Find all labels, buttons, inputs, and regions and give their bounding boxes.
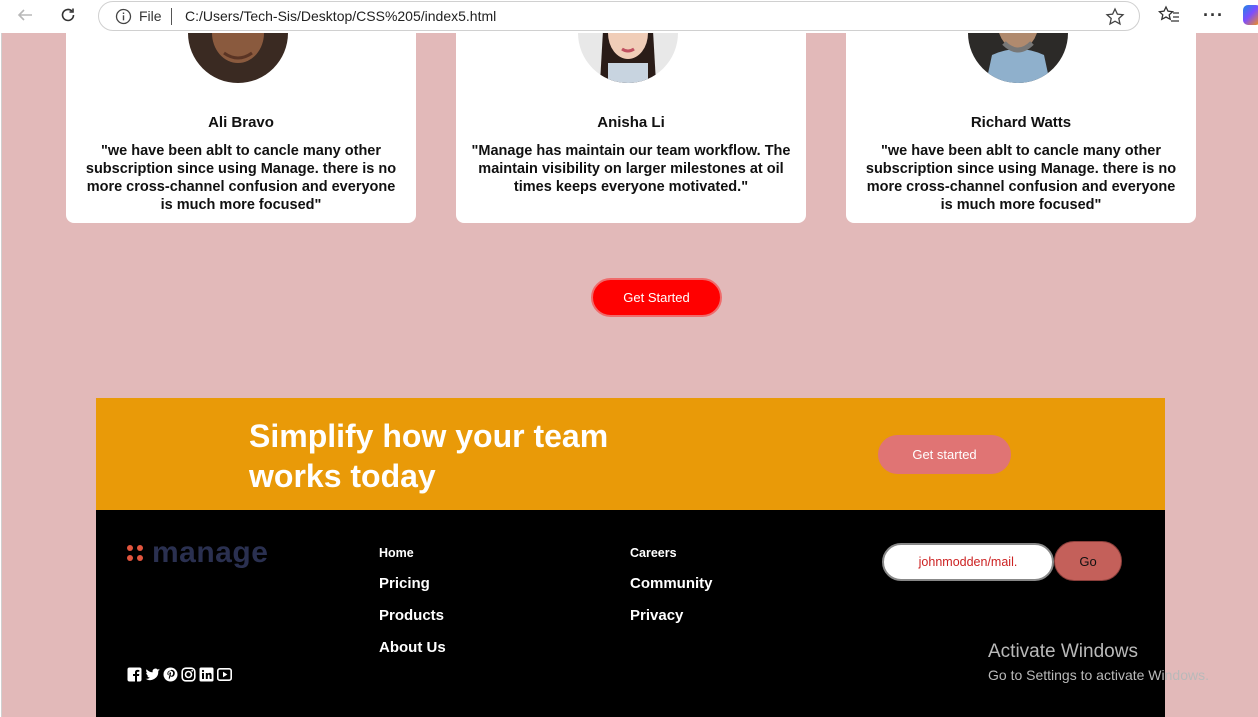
footer-link-community[interactable]: Community	[630, 568, 713, 600]
testimonial-name: Anisha Li	[597, 114, 665, 131]
email-input[interactable]: johnmodden/mail.	[882, 543, 1054, 581]
footer-links-primary: Home Pricing Products About Us	[379, 546, 446, 664]
watermark-subtitle: Go to Settings to activate Windows.	[988, 667, 1209, 683]
testimonial-card: Anisha Li "Manage has maintain our team …	[456, 33, 806, 223]
avatar	[578, 33, 678, 83]
footer-link-about-us[interactable]: About Us	[379, 632, 446, 664]
more-menu-icon[interactable]: ···	[1203, 5, 1224, 26]
info-icon[interactable]	[115, 8, 132, 25]
footer-link-privacy[interactable]: Privacy	[630, 600, 713, 632]
reload-button[interactable]	[55, 4, 81, 26]
testimonial-quote: "we have been ablt to cancle many other …	[865, 143, 1177, 213]
reload-icon	[61, 8, 75, 22]
avatar	[188, 33, 288, 83]
testimonial-name: Ali Bravo	[208, 114, 274, 131]
get-started-button[interactable]: Get Started	[591, 278, 722, 317]
go-button[interactable]: Go	[1054, 541, 1122, 581]
star-icon[interactable]	[1105, 7, 1125, 27]
footer-links-secondary: Careers Community Privacy	[630, 546, 713, 632]
watermark-title: Activate Windows	[988, 641, 1138, 662]
logo-dots-icon	[127, 545, 143, 561]
back-arrow-icon	[17, 9, 32, 21]
footer-link-products[interactable]: Products	[379, 600, 446, 632]
page-viewport: Ali Bravo "we have been ablt to cancle m…	[1, 33, 1258, 717]
footer-link-careers[interactable]: Careers	[630, 546, 713, 568]
pinterest-icon[interactable]	[163, 667, 178, 682]
address-bar[interactable]: File C:/Users/Tech-Sis/Desktop/CSS%205/i…	[98, 1, 1140, 31]
footer-link-home[interactable]: Home	[379, 546, 446, 568]
cta-get-started-button[interactable]: Get started	[878, 435, 1011, 474]
cta-title: Simplify how your team works today	[249, 418, 609, 494]
url-text[interactable]: C:/Users/Tech-Sis/Desktop/CSS%205/index5…	[185, 8, 496, 24]
logo[interactable]: manage	[127, 536, 268, 570]
file-label: File	[139, 8, 162, 24]
browser-toolbar: File C:/Users/Tech-Sis/Desktop/CSS%205/i…	[0, 0, 1258, 33]
testimonial-name: Richard Watts	[970, 114, 1072, 131]
cta-banner: Simplify how your team works today Get s…	[96, 398, 1165, 510]
linkedin-icon[interactable]	[199, 667, 214, 682]
favorites-icon[interactable]	[1158, 5, 1180, 25]
back-button[interactable]	[12, 4, 38, 26]
instagram-icon[interactable]	[181, 667, 196, 682]
testimonial-quote: "we have been ablt to cancle many other …	[85, 143, 397, 213]
windows-activation-watermark: Activate Windows Go to Settings to activ…	[988, 641, 1209, 686]
facebook-icon[interactable]	[127, 667, 142, 682]
copilot-icon[interactable]	[1243, 5, 1258, 25]
youtube-icon[interactable]	[217, 667, 232, 682]
avatar	[968, 33, 1068, 83]
footer-link-pricing[interactable]: Pricing	[379, 568, 446, 600]
logo-text: manage	[152, 536, 269, 569]
address-separator	[171, 8, 172, 25]
testimonial-card: Richard Watts "we have been ablt to canc…	[846, 33, 1196, 223]
social-icons	[127, 667, 232, 682]
twitter-icon[interactable]	[145, 667, 160, 682]
testimonial-quote: "Manage has maintain our team workflow. …	[471, 143, 791, 195]
testimonial-card: Ali Bravo "we have been ablt to cancle m…	[66, 33, 416, 223]
